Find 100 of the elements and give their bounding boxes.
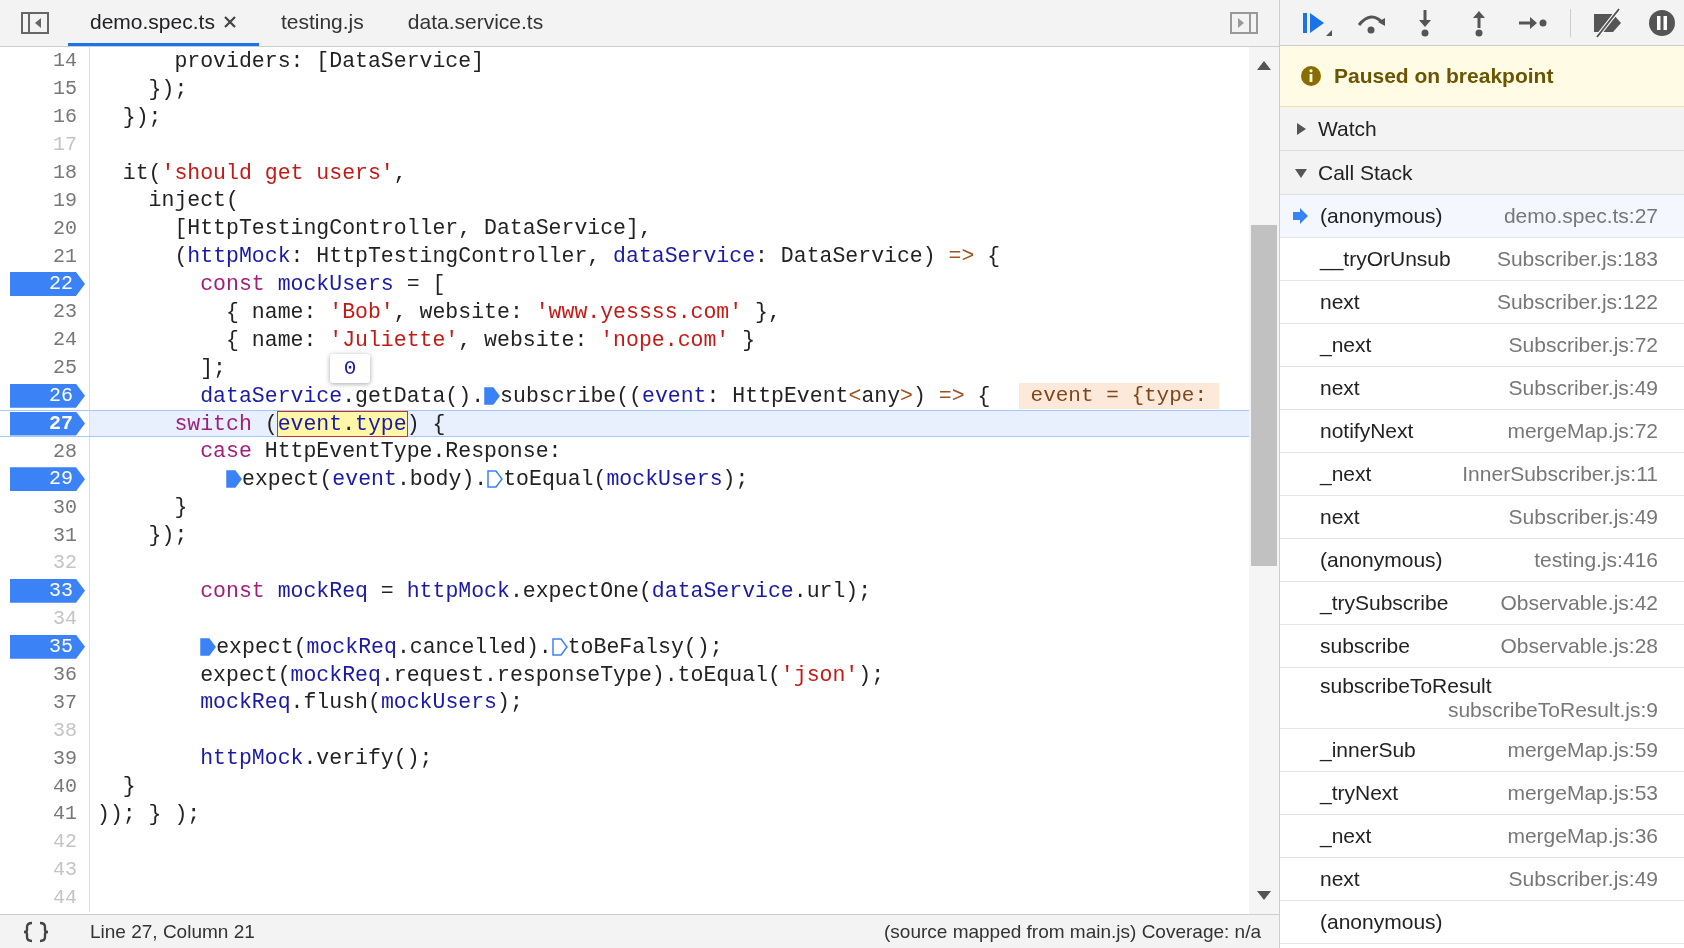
sidebar-toggle-icon[interactable] <box>1229 11 1259 35</box>
source-location[interactable]: Subscriber.js:49 <box>1494 867 1658 891</box>
function-name: _innerSub <box>1320 738 1416 762</box>
source-location[interactable]: mergeMap.js:53 <box>1493 781 1658 805</box>
sidebar-toggle-icon[interactable] <box>20 11 50 35</box>
call-stack-frame[interactable]: next Subscriber.js:49 <box>1280 858 1684 901</box>
breakpoint-line-number[interactable]: 27 <box>10 411 85 436</box>
line-number[interactable]: 16 <box>53 105 89 129</box>
line-number[interactable]: 14 <box>53 49 89 73</box>
line-number[interactable]: 36 <box>53 663 89 687</box>
function-name: next <box>1320 867 1360 891</box>
file-tab[interactable]: testing.js <box>258 0 386 46</box>
line-number[interactable]: 20 <box>53 216 89 240</box>
section-header[interactable]: Watch <box>1280 107 1684 151</box>
section-title: Watch <box>1318 116 1377 141</box>
call-stack-frame[interactable]: _innerSub mergeMap.js:59 <box>1280 729 1684 772</box>
call-stack-frame[interactable]: next Subscriber.js:49 <box>1280 496 1684 539</box>
close-icon[interactable] <box>222 14 237 29</box>
source-location[interactable]: Subscriber.js:49 <box>1494 505 1658 529</box>
code-line: providers: [DataService] <box>173 48 485 73</box>
line-number[interactable]: 25 <box>53 356 89 380</box>
line-number[interactable]: 23 <box>53 300 89 324</box>
call-stack-frame[interactable]: (anonymous) testing.js:416 <box>1280 539 1684 582</box>
code-line: case HttpEventType.Response: <box>199 439 562 464</box>
info-icon <box>1300 65 1322 87</box>
scrollbar-thumb[interactable] <box>1251 225 1277 566</box>
breakpoint-line-number[interactable]: 29 <box>10 467 85 492</box>
function-name: _next <box>1320 462 1372 486</box>
source-location[interactable]: Subscriber.js:122 <box>1482 290 1658 314</box>
line-number[interactable]: 24 <box>53 328 89 352</box>
line-number[interactable]: 28 <box>53 439 89 463</box>
source-location[interactable]: Subscriber.js:49 <box>1494 376 1658 400</box>
source-location[interactable]: demo.spec.ts:27 <box>1489 204 1658 228</box>
source-location[interactable]: Subscriber.js:72 <box>1494 333 1658 357</box>
code-line: [HttpTestingController, DataService], <box>173 216 652 241</box>
line-number[interactable]: 21 <box>53 244 89 268</box>
breakpoint-line-number[interactable]: 33 <box>10 578 85 603</box>
code-line: httpMock.verify(); <box>199 746 433 771</box>
breakpoint-line-number[interactable]: 26 <box>10 383 85 408</box>
line-number[interactable]: 37 <box>53 690 89 714</box>
breakpoint-marker-icon[interactable] <box>226 470 243 489</box>
source-location[interactable]: testing.js:416 <box>1520 548 1658 572</box>
line-number[interactable]: 15 <box>53 77 89 101</box>
call-stack-frame[interactable]: _next Subscriber.js:72 <box>1280 324 1684 367</box>
code-line: }); <box>147 523 188 548</box>
scroll-up-icon[interactable] <box>1256 59 1272 71</box>
function-name: subscribeToResult <box>1320 674 1492 698</box>
line-number[interactable]: 31 <box>53 523 89 547</box>
call-stack-frame[interactable]: __tryOrUnsub Subscriber.js:183 <box>1280 238 1684 281</box>
call-stack-frame[interactable]: _next mergeMap.js:36 <box>1280 815 1684 858</box>
call-stack-frame[interactable]: notifyNext mergeMap.js:72 <box>1280 410 1684 453</box>
breakpoint-line-number[interactable]: 35 <box>10 634 85 659</box>
line-number[interactable]: 30 <box>53 495 89 519</box>
breakpoint-marker-icon[interactable] <box>484 386 501 405</box>
code-line: expect(mockReq.cancelled). toBeFalsy(); <box>90 634 723 659</box>
function-name: subscribe <box>1320 634 1410 658</box>
breakpoint-marker-icon[interactable] <box>200 637 217 656</box>
source-location[interactable]: Observable.js:28 <box>1486 634 1658 658</box>
code-line: }); <box>147 76 188 101</box>
call-stack-frame[interactable]: _tryNext mergeMap.js:53 <box>1280 772 1684 815</box>
call-stack-frame[interactable]: (anonymous) demo.spec.ts:27 <box>1280 195 1684 238</box>
function-name: next <box>1320 505 1360 529</box>
call-stack-frame[interactable]: subscribe Observable.js:28 <box>1280 625 1684 668</box>
source-location[interactable]: mergeMap.js:36 <box>1493 824 1658 848</box>
call-stack-frame[interactable]: _next InnerSubscriber.js:11 <box>1280 453 1684 496</box>
function-name: next <box>1320 290 1360 314</box>
file-tab[interactable]: data.service.ts <box>385 0 566 46</box>
section-header[interactable]: Call Stack <box>1280 151 1684 195</box>
source-location[interactable]: subscribeToResult.js:9 <box>1433 698 1658 722</box>
cursor-position: Line 27, Column 21 <box>90 920 255 943</box>
line-number[interactable]: 19 <box>53 188 89 212</box>
code-line: inject( <box>147 188 239 213</box>
code-line: { name: 'Juliette', website: 'nope.com' } <box>225 327 756 352</box>
call-stack-frame[interactable]: subscribeToResult subscribeToResult.js:9 <box>1280 668 1684 729</box>
pretty-print-icon[interactable] <box>22 920 50 943</box>
line-number[interactable]: 40 <box>53 774 89 798</box>
call-stack-frame[interactable]: (anonymous) <box>1280 901 1684 944</box>
code-line: dataService.getData(). subscribe((event: HttpEvent<any>) => { <box>199 383 991 408</box>
call-stack-frame[interactable]: next Subscriber.js:122 <box>1280 281 1684 324</box>
source-location[interactable]: Subscriber.js:183 <box>1482 247 1658 271</box>
breakpoint-line-number[interactable]: 22 <box>10 272 85 297</box>
line-number[interactable]: 39 <box>53 746 89 770</box>
source-location[interactable]: mergeMap.js:59 <box>1493 738 1658 762</box>
source-location[interactable]: InnerSubscriber.js:11 <box>1448 462 1658 486</box>
code-line: } <box>173 495 188 520</box>
call-stack-frame[interactable]: next Subscriber.js:49 <box>1280 367 1684 410</box>
code-line: (httpMock: HttpTestingController, dataService: DataService) => { <box>173 244 1001 269</box>
current-frame-icon <box>1292 208 1308 224</box>
source-location[interactable]: Observable.js:42 <box>1486 591 1658 615</box>
line-number[interactable]: 41 <box>53 802 89 826</box>
call-stack-frame[interactable]: _trySubscribe Observable.js:42 <box>1280 582 1684 625</box>
function-name: _tryNext <box>1320 781 1399 805</box>
code-line: )); } ); <box>96 802 201 826</box>
scroll-down-icon[interactable] <box>1256 890 1272 902</box>
source-location[interactable]: mergeMap.js:72 <box>1493 419 1658 443</box>
file-tab[interactable]: demo.spec.ts <box>68 0 259 46</box>
value-tooltip: 0 <box>330 354 370 383</box>
collapsed-triangle-icon[interactable] <box>1294 121 1308 136</box>
function-name: _trySubscribe <box>1320 591 1449 615</box>
line-number[interactable]: 18 <box>53 161 89 184</box>
